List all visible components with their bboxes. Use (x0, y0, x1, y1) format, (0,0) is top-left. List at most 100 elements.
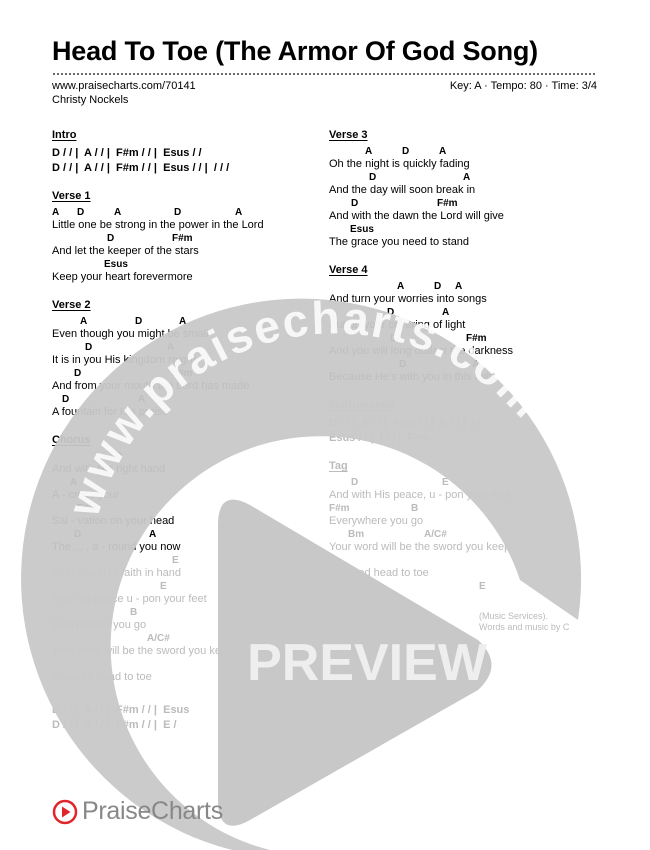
chord-row: E (52, 581, 317, 593)
chord-row: E (52, 555, 317, 567)
chord-lyric-line: F#m B Everywhere you go (329, 503, 599, 529)
chord: A (439, 146, 447, 157)
song-url[interactable]: www.praisecharts.com/70141 (52, 79, 196, 93)
right-column: Verse 3 A D A Oh the night is quickly fadin… (329, 128, 599, 646)
chord: F#m (437, 198, 458, 209)
chord-lyric-line: E And His peace u - pon your feet (52, 581, 317, 607)
lyric: And you will long outlast the darkness (329, 345, 514, 357)
lyric: It is in you His kingdom reigns (52, 354, 199, 366)
praisecharts-logo[interactable]: PraiseCharts (52, 797, 223, 826)
chord: D (74, 368, 82, 379)
chord: D (402, 146, 410, 157)
chord: F#m (172, 368, 193, 379)
lyric: The ... , a - round you now (52, 541, 181, 553)
chord-lyric-line: Bm A/C# Your word will be the sword you ke… (329, 529, 599, 555)
lyric: Keep your heart forevermore (52, 271, 193, 283)
chord-lyric-line: A/C# Your word will be the sword you keep (52, 633, 317, 659)
chord-row: D (52, 451, 317, 463)
copyright: (Music Services). Words and music by C (479, 611, 599, 633)
section-interlude: D / / | A / / | F#m / / | Esus D / / | A… (52, 703, 317, 733)
chord: A (472, 359, 480, 370)
lyric: A - cross your (52, 489, 120, 501)
chord: A (138, 394, 146, 405)
title-divider (52, 73, 597, 75)
chord-lyric-line: D A And the day will soon break in (329, 172, 599, 198)
section-verse-1: Verse 1 A D A D A Little one be strong in the… (52, 189, 317, 285)
lyric: And from your mouth the Lord has made (52, 380, 250, 392)
chord: A (235, 207, 243, 218)
copyright-line: Words and music by C (479, 622, 570, 632)
lyric: And the day will soon break in (329, 184, 476, 196)
chord: A (455, 281, 463, 292)
chord: F#m (77, 503, 98, 514)
chord: D (434, 281, 442, 292)
chord: A (80, 316, 88, 327)
lyric: Everywhere you go (52, 619, 147, 631)
chord-lyric-line: DAA fountain for His praise (52, 394, 317, 420)
chord: A (179, 316, 187, 327)
chord: A (52, 207, 60, 218)
chord: Bm (348, 529, 365, 540)
chord-lyric-line: D A It is in you His kingdom reigns (52, 342, 317, 368)
song-meta: www.praisecharts.com/70141 Christy Nocke… (52, 79, 196, 107)
chord: D (369, 172, 377, 183)
bar-line: D / / | A / / | F#m / / | Esus / / | / /… (52, 162, 230, 174)
chord: D (387, 307, 395, 318)
chord: D (74, 529, 82, 540)
lyric: Covered head to toe (52, 671, 152, 683)
chord-row: A/C# (52, 633, 317, 645)
chord-row: DE (329, 477, 599, 489)
chord: D (115, 451, 123, 462)
chord-row: Esus (329, 224, 599, 236)
chord: D (174, 207, 182, 218)
chord: A (442, 307, 450, 318)
chord-row: ADA (329, 146, 599, 158)
lyric: Little one be strong in the power in the… (52, 219, 264, 231)
chord: D (399, 359, 407, 370)
lyric: And with His right hand (52, 463, 166, 475)
chord-lyric-line: Covered head to toe (52, 659, 317, 685)
section-title: Instrumental (329, 399, 396, 411)
chord-lyric-line: A D A Oh the night is quickly fading (329, 146, 599, 172)
lyric: Sal - vation on your head (52, 515, 175, 527)
chord: A (114, 207, 122, 218)
chord-row: ADADA (52, 207, 317, 219)
section-verse-2: Verse 2 A D A Even though you might be smal… (52, 298, 317, 420)
logo-play-icon (52, 799, 78, 824)
chord-row: DA (52, 529, 317, 541)
chord-row: ADA (52, 316, 317, 328)
bar-line: D / / | A / / | F#m / / | Esus (52, 704, 190, 716)
chord: Esus (350, 224, 374, 235)
chord-row: DA (329, 359, 599, 371)
chord: D (390, 333, 398, 344)
chord: E (442, 477, 449, 488)
song-artist: Christy Nockels (52, 94, 129, 106)
chord-lyric-line: D F#m And with the dawn the Lord will give (329, 198, 599, 224)
chord-lyric-line: D F#m And let the keeper of the stars (52, 233, 317, 259)
chord: A (397, 281, 405, 292)
chord-row (52, 659, 317, 671)
chord-lyric-line: A D A And turn your worries into songs (329, 281, 599, 307)
section-title: Verse 4 (329, 264, 368, 276)
chord: D (351, 477, 359, 488)
chord-lyric-line: D F#m And you will long outlast the darkne… (329, 333, 599, 359)
chord: E (160, 581, 167, 592)
lyric: The grace you need to stand (329, 236, 470, 248)
copyright-line: (Music Services). (479, 611, 549, 621)
chord-row: D F#m (52, 368, 317, 380)
chord-lyric-line: D E And with His peace, u - pon your feet (329, 477, 599, 503)
lyric: Oh the night is quickly fading (329, 158, 470, 170)
chord-row: E (329, 581, 599, 593)
chord-lyric-line: Esus Keep your heart forevermore (52, 259, 317, 285)
chord-lyric-line: Esus The grace you need to stand (329, 224, 599, 250)
section-verse-4: Verse 4 A D A And turn your worries into so… (329, 263, 599, 385)
chord-lyric-line: D F#m And from your mouth the Lord has mad… (52, 368, 317, 394)
section-title: Intro (52, 129, 77, 141)
lyric: Your word will be the sword you keep (52, 645, 234, 657)
chord-row: B (52, 607, 317, 619)
section-title: Chorus (52, 434, 91, 446)
section-chorus: Chorus D And with His right hand A A - cros… (52, 433, 317, 685)
chord: E (172, 555, 179, 566)
section-verse-3: Verse 3 A D A Oh the night is quickly fadin… (329, 128, 599, 250)
chord-row: Bm A/C# (329, 529, 599, 541)
